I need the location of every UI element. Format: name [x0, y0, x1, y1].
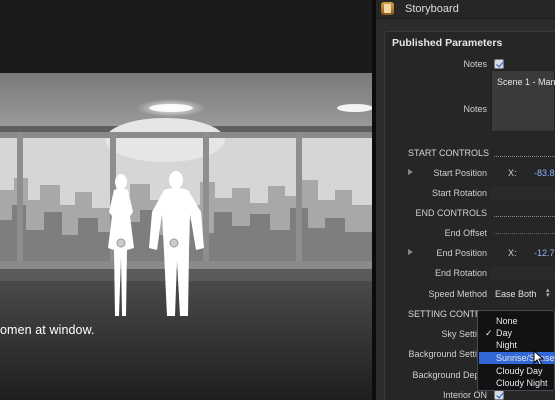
menu-item-cloudy-day[interactable]: Cloudy Day: [479, 365, 555, 377]
end-position-x-axis: X:: [508, 248, 517, 258]
end-offset-label: End Offset: [444, 228, 487, 238]
start-rotation-label: Start Rotation: [431, 188, 487, 198]
interior-on-label: Interior ON: [442, 390, 487, 400]
end-controls-rule: [494, 216, 555, 217]
notes-value: Scene 1 - Man: [497, 77, 555, 87]
menu-item-day[interactable]: ✓ Day: [479, 327, 555, 339]
end-rotation-field[interactable]: [491, 266, 555, 280]
end-rotation-label: End Rotation: [434, 268, 487, 278]
published-parameters-heading: Published Parameters: [392, 37, 503, 49]
start-position-disclosure-triangle-icon[interactable]: [408, 169, 413, 175]
menu-item-none[interactable]: None: [479, 315, 555, 327]
start-controls-rule: [494, 156, 555, 157]
notes-checkbox-label: Notes: [463, 59, 487, 69]
end-offset-slider[interactable]: [494, 233, 555, 234]
notes-checkbox[interactable]: [494, 59, 504, 69]
popup-arrows-icon: ▴ ▾: [546, 287, 550, 299]
office-scene-image: [0, 0, 372, 400]
background-depth-label: Background Depth: [412, 370, 487, 380]
notes-text-field[interactable]: Scene 1 - Man: [491, 70, 555, 132]
canvas-viewer[interactable]: omen at window.: [0, 0, 372, 400]
interior-on-checkbox[interactable]: [494, 390, 504, 400]
pointer-cursor-icon: [533, 350, 545, 366]
storyboard-app-icon: [381, 2, 394, 15]
subtitle-caption: omen at window.: [0, 323, 95, 337]
background-setting-label: Background Setting: [408, 349, 487, 359]
start-position-x-value[interactable]: -83.8: [534, 168, 555, 178]
menu-item-cloudy-night[interactable]: Cloudy Night: [479, 377, 555, 389]
speed-method-label: Speed Method: [428, 289, 487, 299]
checkmark-icon: ✓: [485, 328, 493, 338]
start-rotation-field[interactable]: [491, 186, 555, 200]
end-controls-heading: END CONTROLS: [415, 208, 487, 218]
speed-method-popup[interactable]: Ease Both: [495, 289, 537, 299]
inspector-titlebar: Storyboard: [376, 0, 555, 19]
notes-label: Notes: [463, 104, 487, 114]
end-position-x-value[interactable]: -12.7: [534, 248, 555, 258]
start-controls-heading: START CONTROLS: [408, 148, 490, 158]
end-position-label: End Position: [436, 248, 487, 258]
inspector-title: Storyboard: [405, 3, 459, 15]
end-position-disclosure-triangle-icon[interactable]: [408, 249, 413, 255]
start-position-label: Start Position: [433, 168, 487, 178]
start-position-x-axis: X:: [508, 168, 517, 178]
